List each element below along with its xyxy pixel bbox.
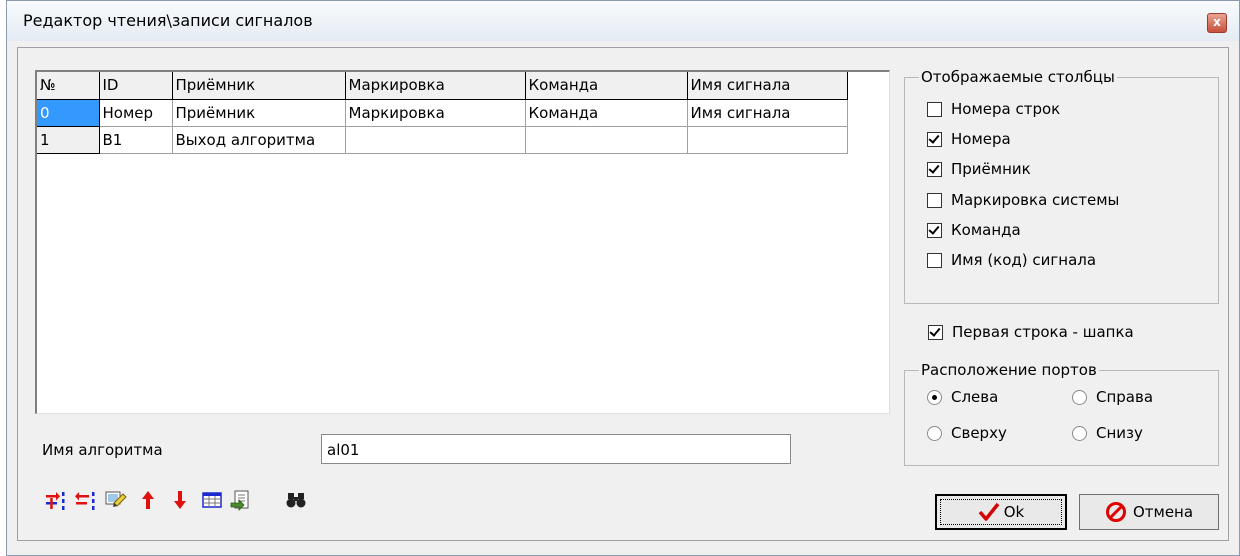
radio-button[interactable] bbox=[927, 389, 942, 405]
cancel-button-label: Отмена bbox=[1132, 503, 1194, 521]
table-cell[interactable]: Имя сигнала bbox=[687, 99, 848, 127]
add-row-icon[interactable] bbox=[42, 486, 70, 514]
checkbox-system-marking[interactable]: Маркировка системы bbox=[927, 191, 1119, 209]
checkbox-signal-name[interactable]: Имя (код) сигнала bbox=[927, 251, 1096, 269]
cancel-button[interactable]: Отмена bbox=[1079, 494, 1219, 530]
row-number-cell[interactable]: 1 bbox=[37, 126, 100, 154]
table-cell[interactable]: Выход алгоритма bbox=[172, 126, 346, 154]
table-cell[interactable] bbox=[687, 126, 848, 154]
radio-right[interactable]: Справа bbox=[1072, 388, 1153, 406]
row-number-cell[interactable]: 0 bbox=[37, 99, 100, 127]
radio-label: Справа bbox=[1096, 388, 1154, 406]
algorithm-name-input[interactable]: al01 bbox=[321, 434, 791, 464]
column-header[interactable]: Имя сигнала bbox=[687, 72, 848, 100]
import-icon[interactable] bbox=[228, 486, 256, 514]
title-bar: Редактор чтения\записи сигналов x bbox=[7, 1, 1239, 41]
column-header[interactable]: ID bbox=[99, 72, 173, 100]
table-cell[interactable]: Команда bbox=[525, 99, 688, 127]
edit-icon[interactable] bbox=[102, 486, 130, 514]
checkbox-label: Команда bbox=[951, 221, 1021, 239]
checkbox-label: Имя (код) сигнала bbox=[951, 251, 1097, 269]
columns-groupbox-title: Отображаемые столбцы bbox=[919, 68, 1117, 86]
ok-button[interactable]: Ok bbox=[935, 494, 1067, 530]
focus-rect bbox=[940, 499, 1062, 525]
column-header[interactable]: Приёмник bbox=[172, 72, 346, 100]
table-icon[interactable] bbox=[198, 486, 226, 514]
dialog-content: № ID Приёмник Маркировка Команда Имя сиг… bbox=[17, 47, 1229, 541]
radio-left[interactable]: Слева bbox=[927, 388, 998, 406]
table-header-row: № ID Приёмник Маркировка Команда Имя сиг… bbox=[37, 72, 848, 100]
checkbox-box[interactable] bbox=[927, 101, 942, 117]
table-row: 1 B1 Выход алгоритма bbox=[37, 126, 848, 154]
column-header[interactable]: Маркировка bbox=[345, 72, 526, 100]
checkbox-numbers[interactable]: Номера bbox=[927, 130, 1011, 148]
signals-grid[interactable]: № ID Приёмник Маркировка Команда Имя сиг… bbox=[35, 70, 890, 414]
radio-bottom[interactable]: Снизу bbox=[1072, 424, 1143, 442]
table-cell[interactable]: Номер bbox=[99, 99, 173, 127]
checkbox-receiver[interactable]: Приёмник bbox=[927, 160, 1031, 178]
radio-label: Сверху bbox=[951, 424, 1007, 442]
checkbox-box[interactable] bbox=[927, 161, 942, 177]
radio-top[interactable]: Сверху bbox=[927, 424, 1007, 442]
checkbox-label: Приёмник bbox=[951, 160, 1031, 178]
table-cell[interactable]: Маркировка bbox=[345, 99, 526, 127]
checkbox-label: Номера bbox=[951, 130, 1011, 148]
cancel-icon bbox=[1105, 502, 1126, 522]
signals-table: № ID Приёмник Маркировка Команда Имя сиг… bbox=[37, 72, 848, 154]
checkbox-label: Номера строк bbox=[951, 100, 1061, 118]
checkbox-first-row-header[interactable]: Первая строка - шапка bbox=[928, 323, 1134, 341]
ports-groupbox-title: Расположение портов bbox=[919, 361, 1099, 379]
find-icon[interactable] bbox=[282, 486, 310, 514]
move-up-icon[interactable] bbox=[134, 486, 162, 514]
close-button[interactable]: x bbox=[1207, 13, 1227, 33]
checkbox-box[interactable] bbox=[927, 252, 942, 268]
columns-groupbox: Отображаемые столбцы Номера строк Номера… bbox=[904, 68, 1219, 304]
table-cell[interactable]: Приёмник bbox=[172, 99, 346, 127]
move-down-icon[interactable] bbox=[166, 486, 194, 514]
checkbox-box[interactable] bbox=[927, 222, 942, 238]
checkbox-box[interactable] bbox=[928, 324, 943, 340]
checkbox-command[interactable]: Команда bbox=[927, 221, 1021, 239]
window-title: Редактор чтения\записи сигналов bbox=[23, 11, 313, 30]
radio-button[interactable] bbox=[927, 425, 942, 441]
radio-button[interactable] bbox=[1072, 389, 1087, 405]
delete-row-icon[interactable] bbox=[72, 486, 100, 514]
radio-label: Снизу bbox=[1096, 424, 1143, 442]
dialog-window: Редактор чтения\записи сигналов x № ID П… bbox=[6, 0, 1240, 556]
table-row: 0 Номер Приёмник Маркировка Команда Имя … bbox=[37, 99, 848, 127]
column-header[interactable]: № bbox=[37, 72, 100, 100]
checkbox-row-numbers[interactable]: Номера строк bbox=[927, 100, 1060, 118]
radio-button[interactable] bbox=[1072, 425, 1087, 441]
algorithm-name-label: Имя алгоритма bbox=[42, 441, 163, 459]
table-cell[interactable] bbox=[345, 126, 526, 154]
ports-groupbox: Расположение портов Слева Справа Сверху … bbox=[904, 361, 1219, 466]
checkbox-label: Маркировка системы bbox=[951, 191, 1120, 209]
table-cell[interactable] bbox=[525, 126, 688, 154]
checkbox-box[interactable] bbox=[927, 131, 942, 147]
column-header[interactable]: Команда bbox=[525, 72, 688, 100]
checkbox-box[interactable] bbox=[927, 192, 942, 208]
radio-label: Слева bbox=[951, 388, 999, 406]
checkbox-label: Первая строка - шапка bbox=[952, 323, 1134, 341]
table-cell[interactable]: B1 bbox=[99, 126, 173, 154]
